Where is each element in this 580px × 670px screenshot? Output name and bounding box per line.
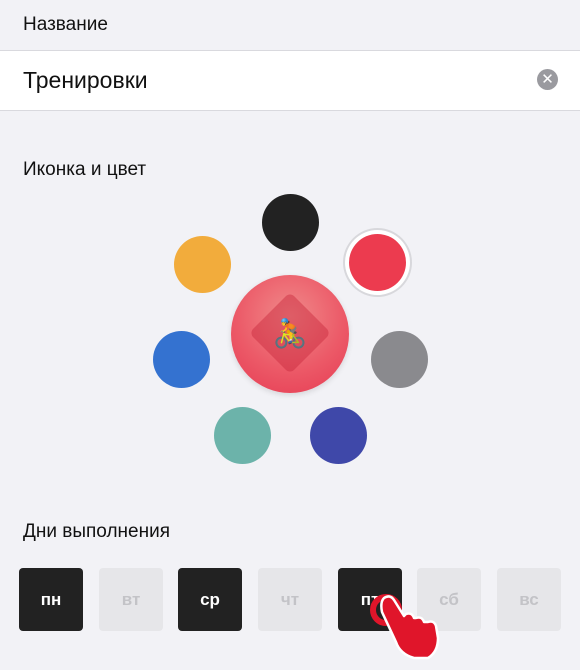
cyclist-icon: 🚴 (272, 318, 308, 349)
clear-icon[interactable]: ✕ (537, 69, 558, 90)
day-toggle-wed[interactable]: ср (178, 568, 242, 631)
day-toggle-mon[interactable]: пн (19, 568, 83, 631)
name-section-label: Название (23, 14, 108, 35)
color-swatch-indigo[interactable] (310, 407, 367, 464)
day-toggle-thu[interactable]: чт (258, 568, 322, 631)
day-toggle-sun[interactable]: вс (497, 568, 561, 631)
hand-pointer-icon (370, 594, 440, 660)
icon-section-label: Иконка и цвет (23, 159, 147, 180)
color-swatch-black[interactable] (262, 194, 319, 251)
color-swatch-gray[interactable] (371, 331, 428, 388)
day-toggle-tue[interactable]: вт (99, 568, 163, 631)
color-swatch-blue[interactable] (153, 331, 210, 388)
name-input[interactable] (23, 51, 503, 110)
color-swatch-red[interactable] (349, 234, 406, 291)
name-field-container (0, 50, 580, 111)
days-section-label: Дни выполнения (23, 521, 170, 542)
color-swatch-teal[interactable] (214, 407, 271, 464)
color-swatch-orange[interactable] (174, 236, 231, 293)
